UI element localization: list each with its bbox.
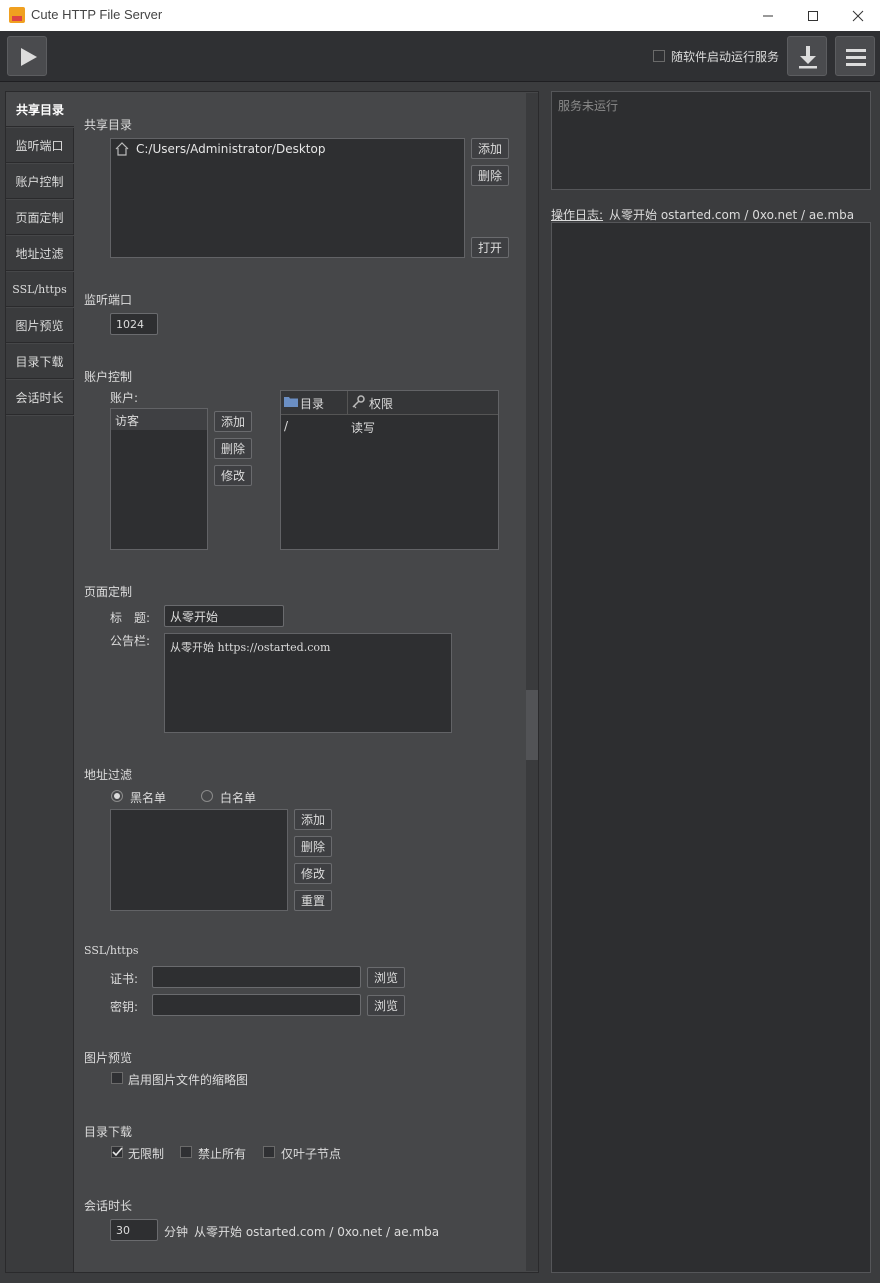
deny-all-checkbox[interactable] — [180, 1146, 192, 1158]
session-unit: 分钟 — [164, 1225, 189, 1239]
tab-session[interactable]: 会话时长 — [6, 380, 74, 415]
port-section-title: 监听端口 — [84, 293, 133, 307]
unlimited-label: 无限制 — [128, 1147, 165, 1161]
key-label: 密钥: — [110, 1000, 139, 1014]
cert-input[interactable] — [152, 966, 361, 988]
download-button[interactable] — [787, 36, 827, 76]
filter-list[interactable] — [110, 809, 288, 911]
title-label: 标 题: — [110, 611, 151, 625]
home-icon — [115, 142, 129, 156]
log-note: 从零开始 ostarted.com / 0xo.net / ae.mba — [609, 208, 855, 222]
ssl-section-title: SSL/https — [84, 944, 139, 957]
key-browse-button[interactable]: 浏览 — [367, 995, 405, 1016]
filter-edit-button[interactable]: 修改 — [294, 863, 332, 884]
session-note: 从零开始 ostarted.com / 0xo.net / ae.mba — [194, 1225, 440, 1239]
cert-label: 证书: — [110, 972, 139, 986]
accounts-label: 账户: — [110, 391, 139, 405]
menu-button[interactable] — [835, 36, 875, 76]
tab-share[interactable]: 共享目录 — [6, 92, 74, 127]
share-add-button[interactable]: 添加 — [471, 138, 509, 159]
whitelist-label: 白名单 — [220, 791, 257, 805]
leaf-only-checkbox[interactable] — [263, 1146, 275, 1158]
download-icon — [799, 46, 817, 69]
thumbnail-checkbox[interactable] — [111, 1072, 123, 1084]
scrollbar-thumb[interactable] — [526, 690, 538, 760]
session-section-title: 会话时长 — [84, 1199, 133, 1213]
page-section-title: 页面定制 — [84, 585, 133, 599]
autostart-label: 随软件启动运行服务 — [671, 50, 780, 64]
close-button[interactable] — [835, 0, 880, 31]
play-icon — [21, 48, 37, 66]
folder-icon — [284, 397, 298, 407]
tab-account[interactable]: 账户控制 — [6, 164, 74, 199]
share-dir-list[interactable] — [110, 138, 465, 258]
status-text: 服务未运行 — [558, 99, 619, 113]
whitelist-radio[interactable] — [201, 790, 213, 802]
autostart-checkbox[interactable] — [653, 50, 665, 62]
share-open-button[interactable]: 打开 — [471, 237, 509, 258]
perm-row-dir[interactable]: / — [284, 419, 288, 433]
tab-download[interactable]: 目录下载 — [6, 344, 74, 379]
filter-remove-button[interactable]: 删除 — [294, 836, 332, 857]
tab-filter[interactable]: 地址过滤 — [6, 236, 74, 271]
account-add-button[interactable]: 添加 — [214, 411, 252, 432]
minimize-button[interactable] — [745, 0, 791, 31]
filter-reset-button[interactable]: 重置 — [294, 890, 332, 911]
account-section-title: 账户控制 — [84, 370, 133, 384]
checkmark-icon — [112, 1147, 123, 1157]
scrollbar[interactable] — [526, 93, 538, 1271]
cert-browse-button[interactable]: 浏览 — [367, 967, 405, 988]
deny-all-label: 禁止所有 — [198, 1147, 247, 1161]
title-bar: Cute HTTP File Server — [0, 0, 880, 31]
start-server-button[interactable] — [7, 36, 47, 76]
download-section-title: 目录下载 — [84, 1125, 133, 1139]
key-icon — [352, 395, 365, 409]
app-logo-icon — [9, 7, 25, 23]
key-input[interactable] — [152, 994, 361, 1016]
tab-bar-filler — [6, 416, 74, 1272]
filter-section-title: 地址过滤 — [84, 768, 133, 782]
perm-row-perm[interactable]: 读写 — [351, 419, 375, 436]
account-edit-button[interactable]: 修改 — [214, 465, 252, 486]
share-remove-button[interactable]: 删除 — [471, 165, 509, 186]
account-remove-button[interactable]: 删除 — [214, 438, 252, 459]
leaf-only-label: 仅叶子节点 — [281, 1147, 342, 1161]
notice-text: 从零开始 https://ostarted.com — [170, 641, 331, 654]
maximize-button[interactable] — [790, 0, 836, 31]
notice-label: 公告栏: — [110, 634, 151, 648]
log-view[interactable] — [551, 222, 871, 1273]
preview-section-title: 图片预览 — [84, 1051, 133, 1065]
toolbar: 随软件启动运行服务 — [0, 31, 880, 82]
thumbnail-label: 启用图片文件的缩略图 — [128, 1073, 249, 1087]
session-input[interactable]: 30 — [110, 1219, 158, 1241]
page-title-input[interactable]: 从零开始 — [164, 605, 284, 627]
tab-ssl[interactable]: SSL/https — [6, 272, 74, 307]
hamburger-menu-icon — [846, 49, 866, 66]
filter-add-button[interactable]: 添加 — [294, 809, 332, 830]
tab-page[interactable]: 页面定制 — [6, 200, 74, 235]
tab-port[interactable]: 监听端口 — [6, 128, 74, 163]
header-dir[interactable]: 目录 — [300, 395, 324, 412]
blacklist-label: 黑名单 — [130, 791, 167, 805]
table-column-divider — [347, 391, 348, 414]
log-label[interactable]: 操作日志: — [551, 206, 603, 223]
header-perm[interactable]: 权限 — [369, 395, 393, 412]
port-input[interactable]: 1024 — [110, 313, 158, 335]
radio-selected-dot — [114, 793, 120, 799]
window-title: Cute HTTP File Server — [31, 7, 163, 22]
share-section-title: 共享目录 — [84, 118, 133, 132]
tab-preview[interactable]: 图片预览 — [6, 308, 74, 343]
account-item-label: 访客 — [115, 414, 140, 428]
share-dir-path[interactable]: C:/Users/Administrator/Desktop — [136, 142, 325, 156]
